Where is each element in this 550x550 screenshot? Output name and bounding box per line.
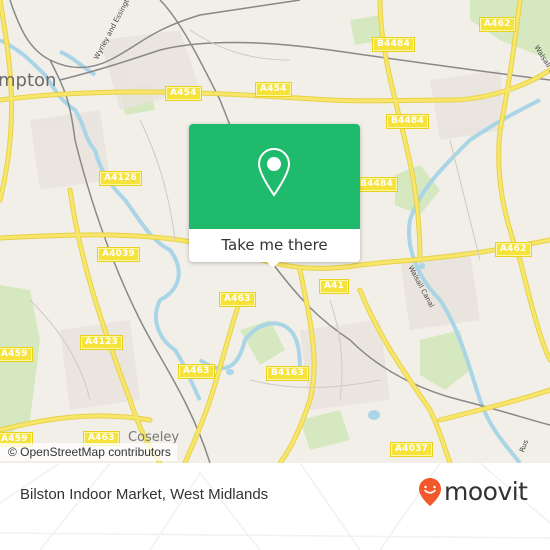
brand-name: moovit: [444, 477, 528, 506]
moovit-smile-pin-icon: [419, 478, 441, 506]
road-label: A462: [495, 242, 532, 257]
road-label: A4037: [389, 442, 434, 457]
place-label-wolverhampton: mpton: [0, 70, 57, 91]
road-label: A463: [178, 364, 215, 379]
road-label: B4484: [355, 177, 398, 192]
location-title: Bilston Indoor Market, West Midlands: [20, 486, 269, 503]
take-me-there-button[interactable]: Take me there: [189, 229, 360, 262]
popup-header: [189, 124, 360, 229]
location-popup: Take me there: [189, 124, 360, 268]
road-label: A4123: [79, 335, 124, 350]
moovit-logo[interactable]: moovit: [418, 477, 528, 507]
road-label: A41: [318, 279, 350, 294]
road-label: B4484: [372, 37, 415, 52]
road-label: A4126: [98, 171, 143, 186]
road-label: B4163: [266, 366, 309, 381]
popup-pointer: [266, 261, 280, 268]
road-label: B4484: [386, 114, 429, 129]
road-label: A454: [165, 86, 202, 101]
map-view[interactable]: mpton Coseley A462 B4484 A454 A454 B4484…: [0, 0, 550, 463]
road-label: A454: [255, 82, 292, 97]
map-pin-icon: [257, 147, 291, 197]
road-label: A4039: [96, 247, 141, 262]
footer-bar: Bilston Indoor Market, West Midlands moo…: [0, 463, 550, 550]
road-label: A459: [0, 347, 33, 362]
map-attribution[interactable]: © OpenStreetMap contributors: [0, 443, 177, 461]
road-label: A463: [219, 292, 256, 307]
road-label: A462: [479, 17, 516, 32]
